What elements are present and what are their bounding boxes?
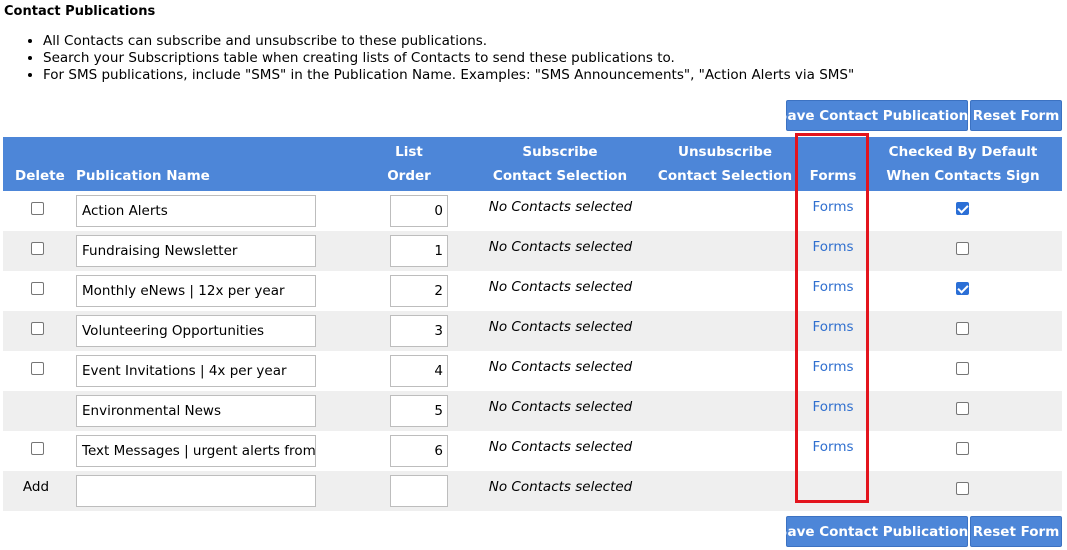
delete-checkbox[interactable] (31, 242, 44, 255)
forms-link[interactable]: Forms (793, 319, 873, 335)
list-order-input[interactable]: 0 (390, 195, 448, 227)
add-row: Add No Contacts selected (3, 471, 1062, 511)
table-row: Volunteering Opportunities 3 No Contacts s… (3, 311, 1062, 351)
instructions-list: All Contacts can subscribe and unsubscri… (25, 33, 854, 84)
delete-checkbox[interactable] (31, 282, 44, 295)
instruction-item: For SMS publications, include "SMS" in t… (43, 67, 854, 84)
default-checked-checkbox[interactable] (956, 322, 969, 335)
list-order-input[interactable]: 2 (390, 275, 448, 307)
subscribe-contact-selection: No Contacts selected (488, 399, 633, 415)
publication-name-input[interactable]: Monthly eNews | 12x per year (76, 275, 316, 307)
header-list-order-line2: Order (387, 168, 431, 184)
table-row: Event Invitations | 4x per year 4 No Conta… (3, 351, 1062, 391)
subscribe-contact-selection: No Contacts selected (488, 319, 633, 335)
forms-link[interactable]: Forms (793, 239, 873, 255)
table-row: Action Alerts 0 No Contacts selected Forms (3, 191, 1062, 231)
list-order-input[interactable]: 3 (390, 315, 448, 347)
save-contact-publications-button[interactable]: Save Contact Publications (778, 100, 976, 131)
default-checked-checkbox[interactable] (956, 442, 969, 455)
delete-checkbox[interactable] (31, 362, 44, 375)
header-forms: Forms (809, 168, 857, 184)
reset-form-button-bottom[interactable]: Reset Form (970, 516, 1062, 547)
subscribe-contact-selection: No Contacts selected (488, 279, 633, 295)
list-order-input[interactable]: 5 (390, 395, 448, 427)
list-order-input[interactable]: 6 (390, 435, 448, 467)
add-label: Add (22, 479, 50, 495)
page-title: Contact Publications (4, 4, 156, 19)
delete-checkbox[interactable] (31, 202, 44, 215)
forms-link[interactable]: Forms (793, 399, 873, 415)
forms-link[interactable]: Forms (793, 359, 873, 375)
list-order-input[interactable]: 4 (390, 355, 448, 387)
publication-name-input[interactable]: Action Alerts (76, 195, 316, 227)
new-publication-name-input[interactable] (76, 475, 316, 507)
default-checked-checkbox[interactable] (956, 402, 969, 415)
default-checked-checkbox[interactable] (956, 362, 969, 375)
table-row: Text Messages | urgent alerts from Ou 6 No… (3, 431, 1062, 471)
list-order-input[interactable]: 1 (390, 235, 448, 267)
default-checked-checkbox[interactable] (956, 482, 969, 495)
header-subscribe-line2: Contact Selection (492, 168, 628, 184)
header-list-order-line1: List (395, 144, 423, 160)
instruction-item: Search your Subscriptions table when cre… (43, 50, 854, 67)
header-subscribe-line1: Subscribe (522, 144, 598, 160)
table-header: Delete Publication Name List Order Subsc… (3, 137, 1062, 208)
subscribe-contact-selection: No Contacts selected (488, 199, 633, 215)
header-unsubscribe-line1: Unsubscribe (677, 144, 773, 160)
header-unsubscribe-line2: Contact Selection (657, 168, 793, 184)
publication-name-input[interactable]: Text Messages | urgent alerts from Ou (76, 435, 316, 467)
save-contact-publications-button-bottom[interactable]: Save Contact Publications (778, 516, 976, 547)
publication-name-input[interactable]: Fundraising Newsletter (76, 235, 316, 267)
table-row: Environmental News 5 No Contacts selected F… (3, 391, 1062, 431)
table-row: Monthly eNews | 12x per year 2 No Contacts… (3, 271, 1062, 311)
subscribe-contact-selection: No Contacts selected (488, 479, 633, 495)
subscribe-contact-selection: No Contacts selected (488, 359, 633, 375)
header-delete: Delete (15, 168, 65, 184)
table-row: Fundraising Newsletter 1 No Contacts selec… (3, 231, 1062, 271)
new-list-order-input[interactable] (390, 475, 448, 507)
header-checked-default-line1: Checked By Default (888, 144, 1038, 160)
publication-name-input[interactable]: Volunteering Opportunities (76, 315, 316, 347)
default-checked-checkbox[interactable] (956, 242, 969, 255)
publication-name-input[interactable]: Event Invitations | 4x per year (76, 355, 316, 387)
delete-checkbox[interactable] (31, 322, 44, 335)
default-checked-checkbox[interactable] (956, 202, 969, 215)
default-checked-checkbox[interactable] (956, 282, 969, 295)
reset-form-button[interactable]: Reset Form (970, 100, 1062, 131)
forms-link[interactable]: Forms (793, 279, 873, 295)
forms-link[interactable]: Forms (793, 439, 873, 455)
header-publication-name: Publication Name (76, 168, 210, 184)
forms-link[interactable]: Forms (793, 199, 873, 215)
subscribe-contact-selection: No Contacts selected (488, 239, 633, 255)
subscribe-contact-selection: No Contacts selected (488, 439, 633, 455)
instruction-item: All Contacts can subscribe and unsubscri… (43, 33, 854, 50)
delete-checkbox[interactable] (31, 442, 44, 455)
publication-name-input[interactable]: Environmental News (76, 395, 316, 427)
